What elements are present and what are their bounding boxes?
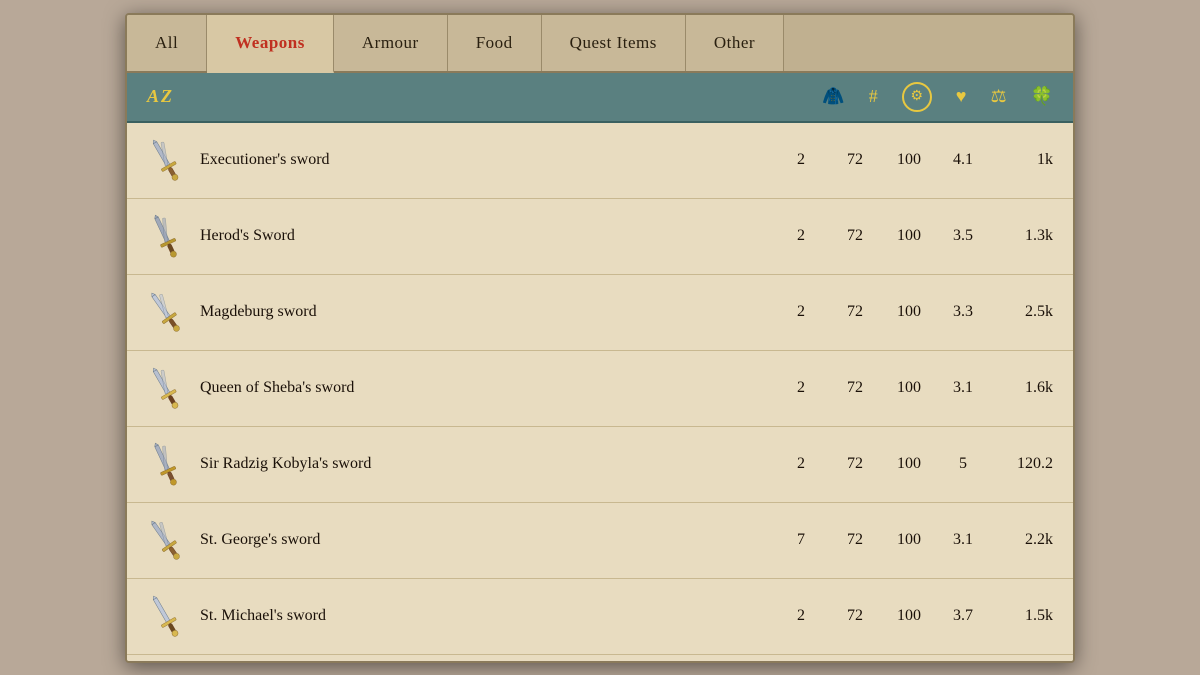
stat-weight: 3.3	[947, 303, 979, 321]
stat-qty: 7	[785, 531, 817, 549]
stat-price: 1.5k	[1001, 607, 1053, 625]
item-icon	[137, 513, 192, 568]
stat-skill: 72	[839, 303, 871, 321]
item-name: St. George's sword	[192, 531, 785, 549]
item-icon	[137, 589, 192, 644]
stat-condition: 100	[893, 151, 925, 169]
item-name: Sir Radzig Kobyla's sword	[192, 455, 785, 473]
table-row[interactable]: Tusk 2 72 100 3.5 2.6k	[127, 655, 1073, 661]
stat-skill: 72	[839, 455, 871, 473]
stat-condition: 100	[893, 227, 925, 245]
item-icon	[137, 133, 192, 188]
stat-price: 1.6k	[1001, 379, 1053, 397]
item-name: St. Michael's sword	[192, 607, 785, 625]
stat-weight: 3.5	[947, 227, 979, 245]
stat-price: 120.2	[1001, 455, 1053, 473]
item-stats: 2 72 100 3.5 1.3k	[785, 227, 1053, 245]
stat-qty: 2	[785, 151, 817, 169]
stat-qty: 2	[785, 379, 817, 397]
stat-weight: 5	[947, 455, 979, 473]
item-icon	[137, 437, 192, 492]
stat-price: 2.2k	[1001, 531, 1053, 549]
inventory-panel: All Weapons Armour Food Quest Items Othe…	[125, 13, 1075, 663]
stat-price: 1.3k	[1001, 227, 1053, 245]
item-stats: 2 72 100 3.3 2.5k	[785, 303, 1053, 321]
tab-armour[interactable]: Armour	[334, 15, 448, 71]
stat-price: 1k	[1001, 151, 1053, 169]
column-header: AZ 🧥 # ⚙ ♥ ⚖ 🍀	[127, 73, 1073, 123]
stat-skill: 72	[839, 607, 871, 625]
item-name: Queen of Sheba's sword	[192, 379, 785, 397]
col-icon-skill[interactable]: ⚙	[902, 82, 932, 112]
col-icon-count[interactable]: #	[869, 86, 878, 107]
stat-skill: 72	[839, 531, 871, 549]
tab-all[interactable]: All	[127, 15, 207, 71]
table-row[interactable]: Magdeburg sword 2 72 100 3.3 2.5k	[127, 275, 1073, 351]
item-icon	[137, 361, 192, 416]
item-stats: 2 72 100 4.1 1k	[785, 151, 1053, 169]
col-icon-value[interactable]: 🍀	[1031, 86, 1053, 107]
stat-qty: 2	[785, 227, 817, 245]
stat-qty: 2	[785, 607, 817, 625]
stat-skill: 72	[839, 151, 871, 169]
col-icon-weight[interactable]: ⚖	[990, 86, 1006, 107]
stat-condition: 100	[893, 379, 925, 397]
stat-qty: 2	[785, 303, 817, 321]
item-stats: 2 72 100 3.7 1.5k	[785, 607, 1053, 625]
tab-weapons[interactable]: Weapons	[207, 15, 334, 73]
col-icon-health[interactable]: ♥	[956, 86, 967, 107]
table-row[interactable]: Executioner's sword 2 72 100 4.1 1k	[127, 123, 1073, 199]
item-name: Executioner's sword	[192, 151, 785, 169]
tab-other[interactable]: Other	[686, 15, 784, 71]
item-stats: 7 72 100 3.1 2.2k	[785, 531, 1053, 549]
stat-condition: 100	[893, 455, 925, 473]
stat-weight: 3.7	[947, 607, 979, 625]
stat-qty: 2	[785, 455, 817, 473]
table-row[interactable]: Herod's Sword 2 72 100 3.5 1.3k	[127, 199, 1073, 275]
stat-condition: 100	[893, 607, 925, 625]
tab-quest-items[interactable]: Quest Items	[542, 15, 686, 71]
sort-az[interactable]: AZ	[147, 86, 367, 107]
item-stats: 2 72 100 3.1 1.6k	[785, 379, 1053, 397]
column-icons: 🧥 # ⚙ ♥ ⚖ 🍀	[822, 82, 1053, 112]
stat-skill: 72	[839, 227, 871, 245]
stat-weight: 4.1	[947, 151, 979, 169]
item-stats: 2 72 100 5 120.2	[785, 455, 1053, 473]
table-row[interactable]: Sir Radzig Kobyla's sword 2 72 100 5 120…	[127, 427, 1073, 503]
stat-price: 2.5k	[1001, 303, 1053, 321]
tab-food[interactable]: Food	[448, 15, 542, 71]
stat-weight: 3.1	[947, 531, 979, 549]
item-name: Herod's Sword	[192, 227, 785, 245]
stat-condition: 100	[893, 303, 925, 321]
stat-condition: 100	[893, 531, 925, 549]
stat-weight: 3.1	[947, 379, 979, 397]
item-list: Executioner's sword 2 72 100 4.1 1k	[127, 123, 1073, 661]
table-row[interactable]: St. George's sword 7 72 100 3.1 2.2k	[127, 503, 1073, 579]
table-row[interactable]: St. Michael's sword 2 72 100 3.7 1.5k	[127, 579, 1073, 655]
item-name: Magdeburg sword	[192, 303, 785, 321]
table-row[interactable]: Queen of Sheba's sword 2 72 100 3.1 1.6k	[127, 351, 1073, 427]
sort-label: AZ	[147, 86, 174, 107]
col-icon-apparel[interactable]: 🧥	[822, 86, 844, 107]
item-icon	[137, 285, 192, 340]
item-icon	[137, 209, 192, 264]
stat-skill: 72	[839, 379, 871, 397]
tab-bar: All Weapons Armour Food Quest Items Othe…	[127, 15, 1073, 73]
